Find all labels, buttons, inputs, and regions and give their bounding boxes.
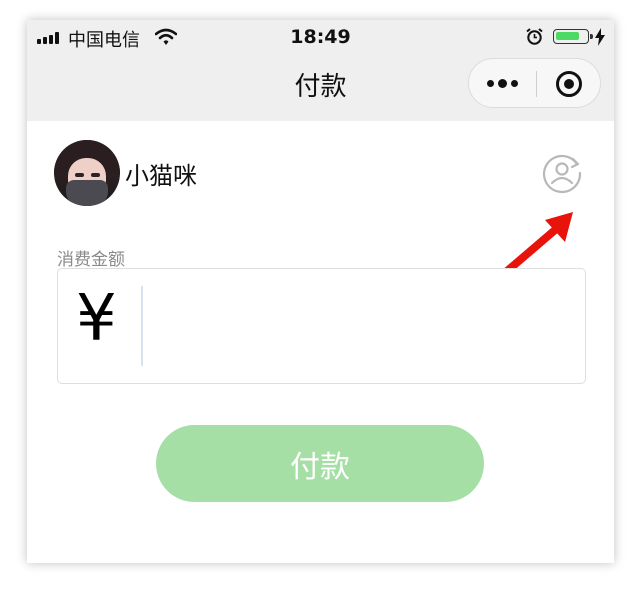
pay-button[interactable]: 付款 <box>156 425 484 502</box>
amount-field[interactable]: ¥ <box>57 268 586 384</box>
battery-icon <box>553 29 593 44</box>
battery-fill <box>556 32 579 40</box>
text-caret <box>141 286 143 366</box>
mini-program-capsule <box>468 58 601 108</box>
target-circle-icon[interactable] <box>556 71 582 97</box>
top-bar: 中国电信 18:49 付款 <box>27 20 614 121</box>
avatar <box>54 140 120 206</box>
more-dots-icon[interactable] <box>487 79 518 88</box>
charging-bolt-icon <box>595 28 605 46</box>
amount-label: 消费金额 <box>57 250 125 270</box>
capsule-divider <box>536 71 537 97</box>
amount-input[interactable] <box>150 289 574 367</box>
phone-screen: 中国电信 18:49 付款 小猫咪 消费金额 ¥ 付款 <box>27 20 614 563</box>
alarm-clock-icon <box>526 28 543 45</box>
status-bar: 中国电信 18:49 <box>27 20 614 54</box>
switch-account-icon[interactable] <box>541 152 583 194</box>
currency-symbol: ¥ <box>76 282 117 356</box>
payee-name: 小猫咪 <box>125 162 197 190</box>
